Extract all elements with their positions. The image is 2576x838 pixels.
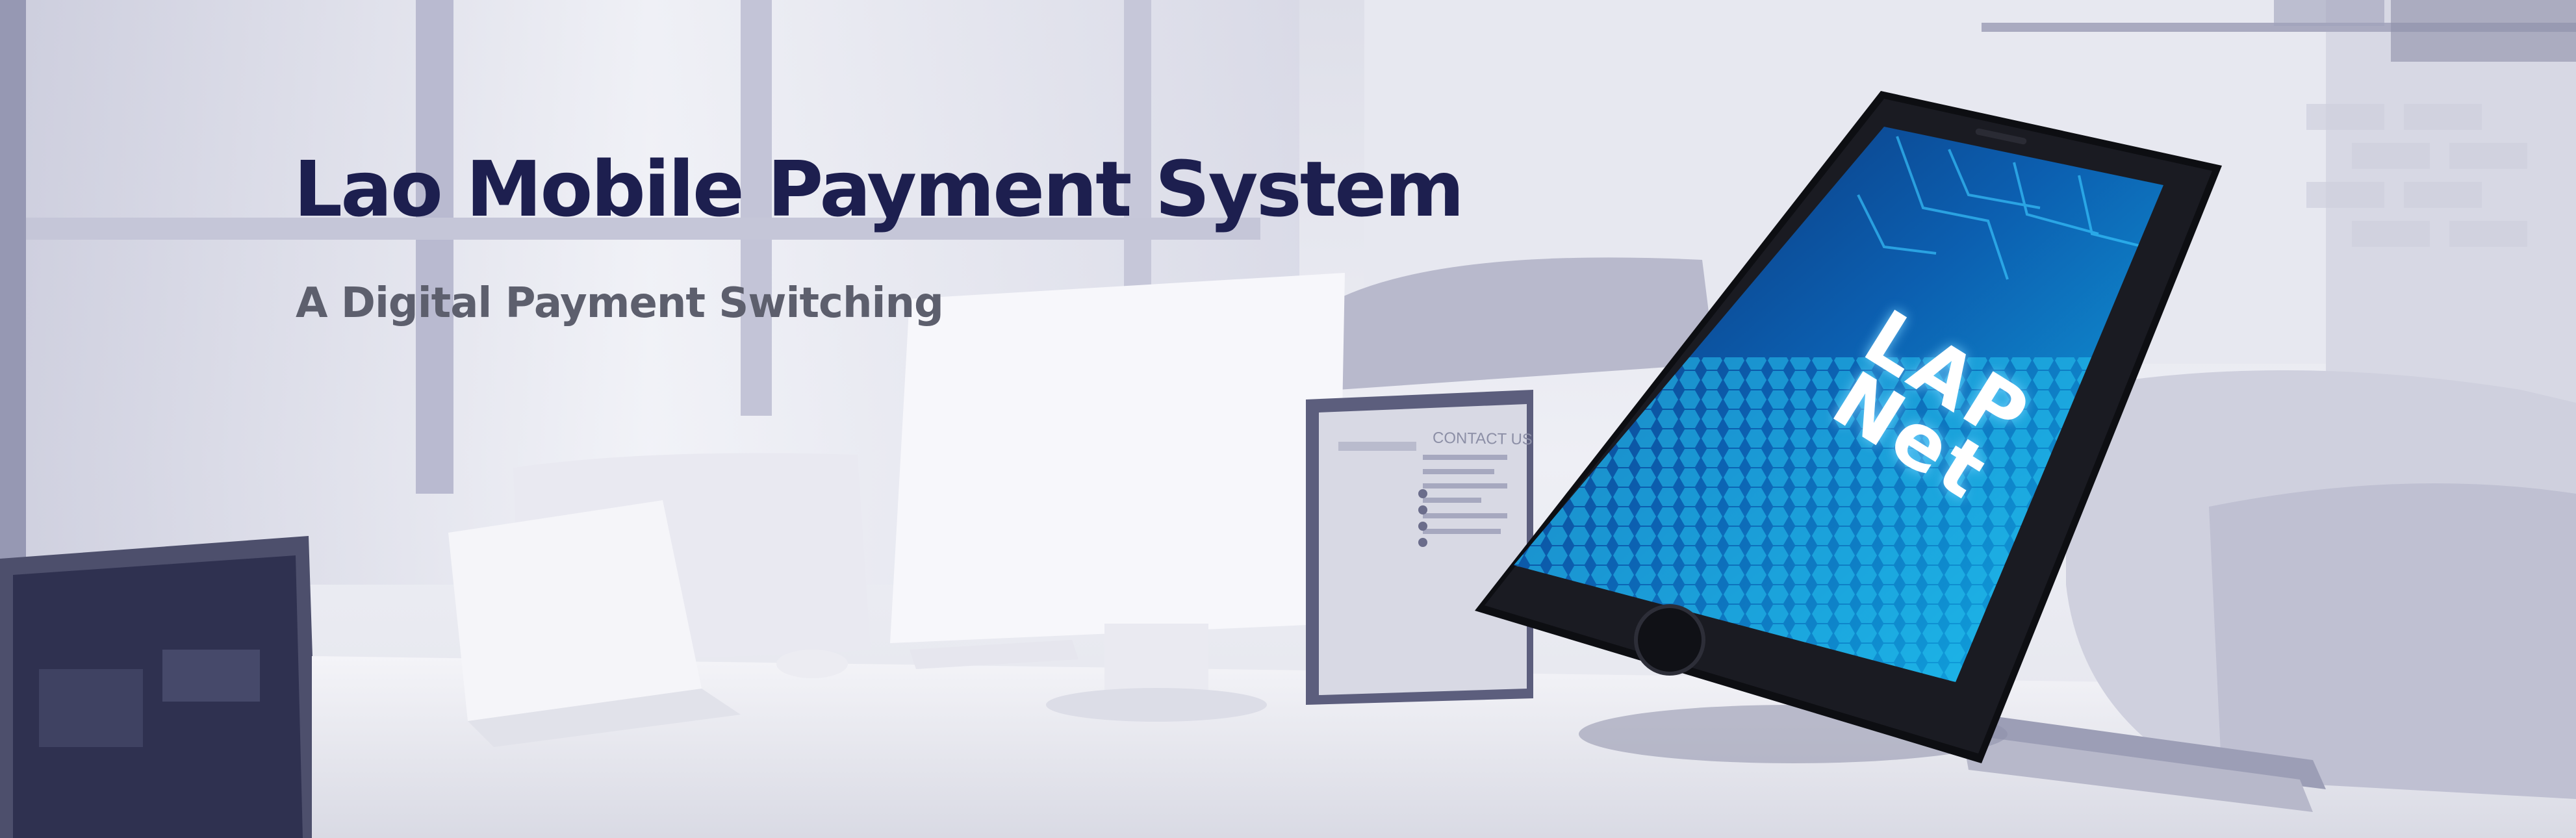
banner-title: Lao Mobile Payment System xyxy=(294,144,1464,234)
banner-subtitle: A Digital Payment Switching xyxy=(296,279,944,327)
monitor-page-heading: CONTACT US xyxy=(1432,429,1533,449)
office-scene-illustration xyxy=(0,0,2576,838)
office-background: CONTACT US LAP Net xyxy=(0,0,2576,838)
